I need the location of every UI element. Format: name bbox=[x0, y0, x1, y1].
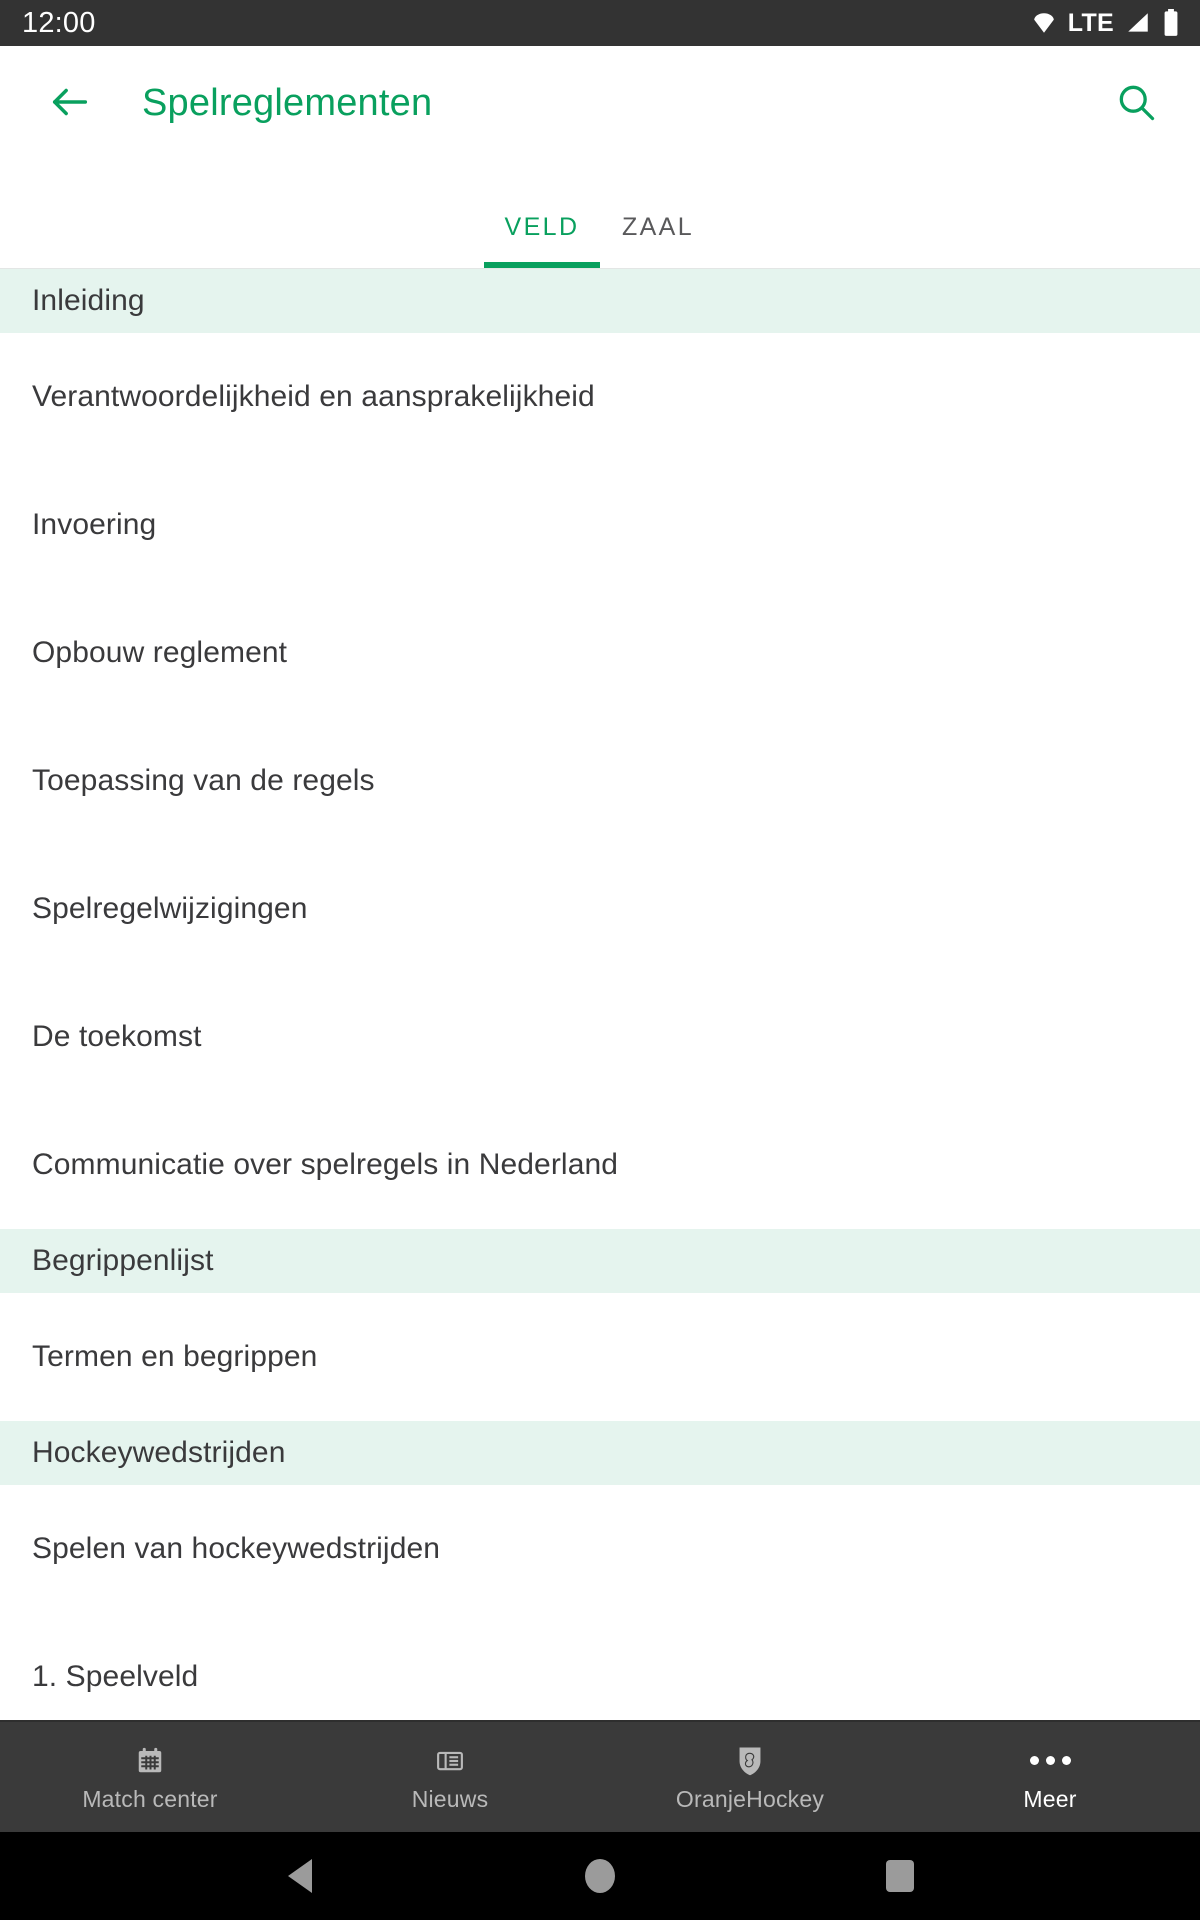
nav-item-label: OranjeHockey bbox=[675, 1785, 825, 1812]
list-item[interactable]: De toekomst bbox=[0, 973, 1200, 1101]
search-icon bbox=[1114, 80, 1158, 129]
arrow-back-icon bbox=[47, 79, 93, 130]
nav-item-label: Match center bbox=[82, 1785, 218, 1812]
system-home-button[interactable] bbox=[570, 1846, 630, 1906]
section-header-inleiding: Inleiding bbox=[0, 269, 1200, 333]
back-button[interactable] bbox=[42, 76, 98, 132]
network-type-label: LTE bbox=[1067, 8, 1114, 37]
app-bar: Spelreglementen bbox=[0, 46, 1200, 162]
list-item-label: Spelen van hockeywedstrijden bbox=[32, 1532, 441, 1565]
list-item-label: Spelregelwijzigingen bbox=[32, 892, 308, 925]
list-item-label: Termen en begrippen bbox=[32, 1340, 318, 1373]
system-recents-button[interactable] bbox=[870, 1846, 930, 1906]
status-clock: 12:00 bbox=[22, 6, 96, 39]
list-item-label: Invoering bbox=[32, 508, 157, 541]
wifi-icon bbox=[1031, 10, 1057, 36]
list-item[interactable]: Spelregelwijzigingen bbox=[0, 845, 1200, 973]
square-recents-icon bbox=[886, 1860, 914, 1892]
list-item[interactable]: Communicatie over spelregels in Nederlan… bbox=[0, 1101, 1200, 1229]
battery-icon bbox=[1162, 9, 1180, 37]
section-header-hockeywedstrijden: Hockeywedstrijden bbox=[0, 1421, 1200, 1485]
shield-lion-icon bbox=[735, 1744, 765, 1778]
phone-screen: 12:00 LTE Spelreglementen VELD ZAAL Inle… bbox=[0, 0, 1200, 1920]
nav-item-label: Meer bbox=[1023, 1785, 1077, 1812]
page-title: Spelreglementen bbox=[142, 82, 433, 125]
newspaper-icon bbox=[435, 1744, 465, 1778]
more-dots-icon bbox=[1029, 1744, 1071, 1778]
list-item[interactable]: Invoering bbox=[0, 461, 1200, 589]
list-item[interactable]: Spelen van hockeywedstrijden bbox=[0, 1485, 1200, 1613]
section-header-label: Inleiding bbox=[32, 284, 145, 317]
nav-item-oranjehockey[interactable]: OranjeHockey bbox=[600, 1722, 900, 1832]
list-item[interactable]: Toepassing van de regels bbox=[0, 717, 1200, 845]
section-header-begrippenlijst: Begrippenlijst bbox=[0, 1229, 1200, 1293]
android-system-navigation bbox=[0, 1832, 1200, 1920]
list-item[interactable]: Termen en begrippen bbox=[0, 1293, 1200, 1421]
list-item[interactable]: Opbouw reglement bbox=[0, 589, 1200, 717]
tab-bar: VELD ZAAL bbox=[0, 162, 1200, 268]
list-item-label: De toekomst bbox=[32, 1020, 202, 1053]
status-bar: 12:00 LTE bbox=[0, 0, 1200, 46]
search-button[interactable] bbox=[1106, 74, 1166, 134]
tab-veld-label: VELD bbox=[504, 213, 580, 241]
tab-zaal[interactable]: ZAAL bbox=[600, 213, 716, 268]
nav-item-label: Nieuws bbox=[411, 1785, 489, 1812]
tab-veld[interactable]: VELD bbox=[484, 213, 600, 268]
signal-icon bbox=[1125, 10, 1151, 36]
status-icon-group: LTE bbox=[1031, 9, 1180, 37]
list-item[interactable]: Verantwoordelijkheid en aansprakelijkhei… bbox=[0, 333, 1200, 461]
nav-item-nieuws[interactable]: Nieuws bbox=[300, 1722, 600, 1832]
section-header-label: Hockeywedstrijden bbox=[32, 1436, 286, 1469]
list-item-label: Verantwoordelijkheid en aansprakelijkhei… bbox=[32, 380, 595, 413]
section-header-label: Begrippenlijst bbox=[32, 1244, 214, 1277]
nav-item-meer[interactable]: Meer bbox=[900, 1722, 1200, 1832]
list-item[interactable]: 1. Speelveld bbox=[0, 1613, 1200, 1720]
list-item-label: Opbouw reglement bbox=[32, 636, 288, 669]
bottom-navigation-bar: Match center Nieuws OranjeHockey Meer bbox=[0, 1720, 1200, 1832]
system-back-button[interactable] bbox=[270, 1846, 330, 1906]
list-item-label: 1. Speelveld bbox=[32, 1660, 199, 1693]
nav-item-match-center[interactable]: Match center bbox=[0, 1722, 300, 1832]
tab-zaal-label: ZAAL bbox=[621, 213, 695, 241]
calendar-icon bbox=[135, 1744, 165, 1778]
circle-home-icon bbox=[585, 1859, 615, 1893]
list-item-label: Toepassing van de regels bbox=[32, 764, 375, 797]
rules-list[interactable]: Inleiding Verantwoordelijkheid en aanspr… bbox=[0, 269, 1200, 1720]
triangle-back-icon bbox=[288, 1859, 312, 1893]
list-item-label: Communicatie over spelregels in Nederlan… bbox=[32, 1148, 619, 1181]
